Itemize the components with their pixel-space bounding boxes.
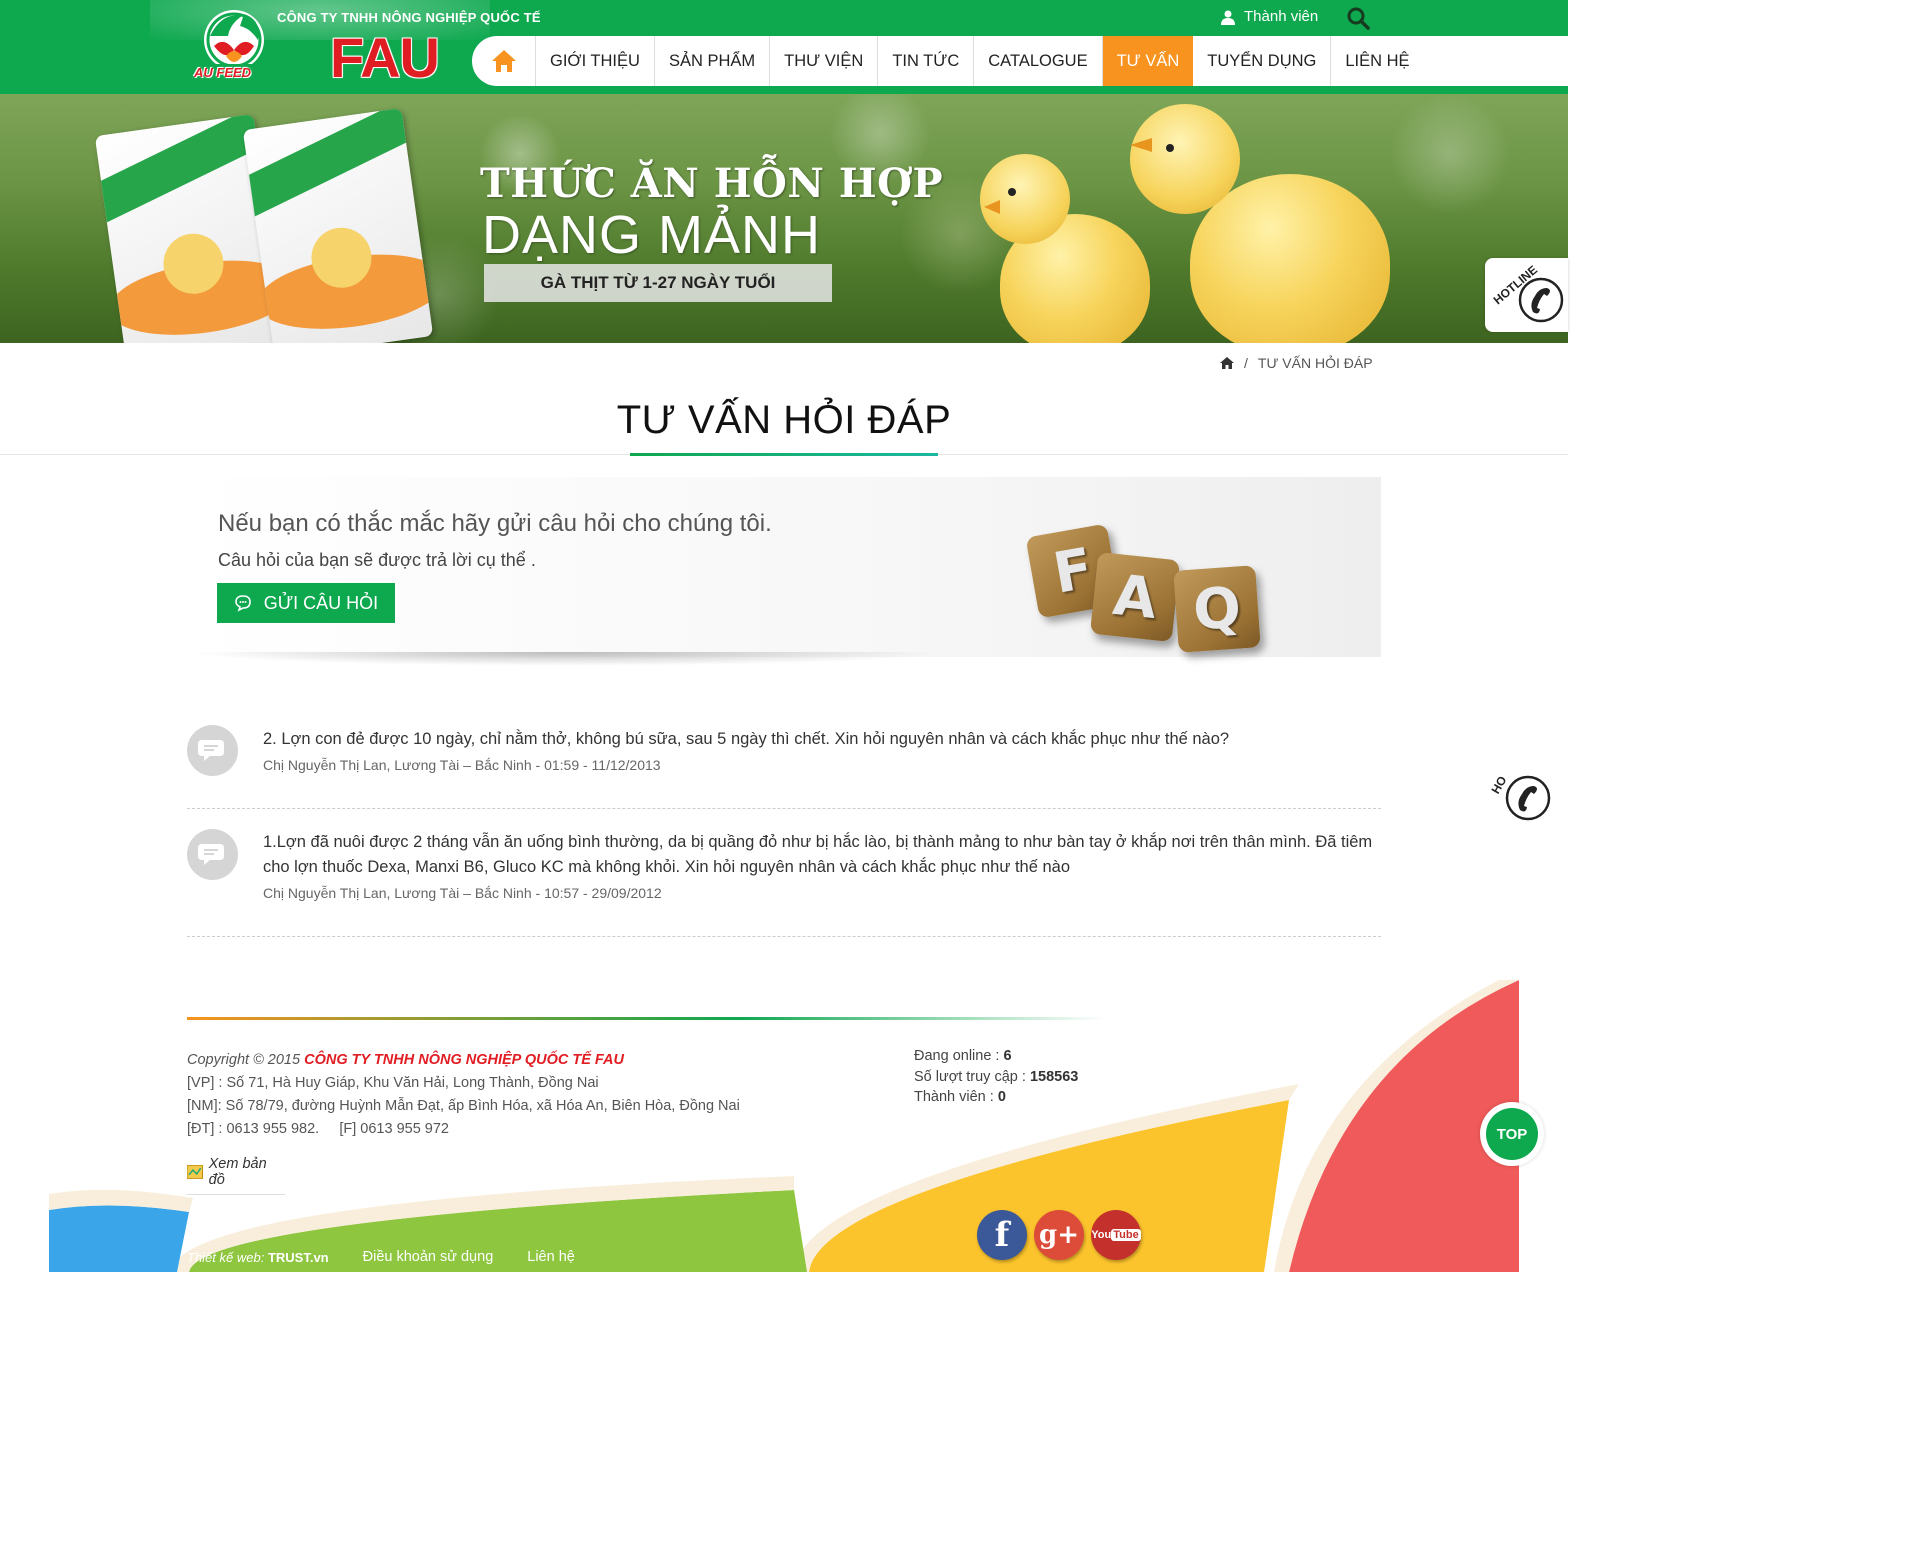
phone-icon [1518, 277, 1564, 323]
nav-tu-van[interactable]: TƯ VẤN [1102, 36, 1194, 86]
contact-link[interactable]: Liên hệ [527, 1249, 575, 1265]
nav-thu-vien[interactable]: THƯ VIỆN [770, 36, 879, 86]
chat-icon [234, 595, 251, 612]
online-value: 6 [1003, 1048, 1012, 1064]
terms-link[interactable]: Điều khoản sử dụng [363, 1249, 494, 1265]
main-nav: GIỚI THIỆU SẢN PHẨM THƯ VIỆN TIN TỨC CAT… [472, 36, 1568, 86]
question-item[interactable]: 2. Lợn con đẻ được 10 ngày, chỉ nằm thở,… [187, 725, 1381, 785]
question-meta: Chị Nguyễn Thị Lan, Lương Tài – Bắc Ninh… [263, 885, 662, 901]
user-icon [1221, 10, 1235, 25]
page-title: TƯ VẤN HỎI ĐÁP [616, 398, 952, 442]
footer-phone: [ĐT] : 0613 955 982. [187, 1121, 320, 1137]
company-name-small: CÔNG TY TNHH NÔNG NGHIỆP QUỐC TẾ [277, 10, 541, 25]
faq-subtext: Câu hỏi của bạn sẽ được trả lời cụ thể . [218, 550, 536, 570]
member-link[interactable]: Thành viên [1220, 8, 1318, 25]
visits-label: Số lượt truy cập : [914, 1068, 1030, 1085]
question-divider [187, 936, 1381, 937]
view-map-link[interactable]: Xem bản đồ [187, 1156, 285, 1195]
question-divider [187, 808, 1381, 809]
map-icon [187, 1165, 203, 1179]
breadcrumb: / TƯ VẤN HỎI ĐÁP [1220, 355, 1373, 371]
footer-factory-address: [NM]: Số 78/79, đường Huỳnh Mẫn Đạt, ấp … [187, 1098, 740, 1114]
question-avatar [187, 829, 238, 880]
nav-lien-he[interactable]: LIÊN HỆ [1331, 36, 1423, 86]
home-icon [491, 50, 516, 72]
member-label: Thành viên [1244, 8, 1319, 25]
question-text[interactable]: 1.Lợn đã nuôi được 2 tháng vẫn ăn uống b… [263, 830, 1373, 880]
home-icon[interactable] [1220, 357, 1234, 369]
nav-home[interactable] [472, 36, 536, 86]
visitor-stats: Đang online : 6 Số lượt truy cập : 15856… [914, 1046, 1078, 1108]
facebook-icon[interactable]: f [977, 1210, 1027, 1260]
question-avatar [187, 725, 238, 776]
faq-heading: Nếu bạn có thắc mắc hãy gửi câu hỏi cho … [218, 510, 772, 537]
nav-gioi-thieu[interactable]: GIỚI THIỆU [536, 36, 655, 86]
nav-catalogue[interactable]: CATALOGUE [974, 36, 1103, 86]
faq-tile-q: Q [1173, 565, 1261, 653]
back-to-top-button[interactable]: TOP [1480, 1102, 1544, 1166]
footer-contact: Copyright © 2015 CÔNG TY TNHH NÔNG NGHIỆ… [187, 1049, 740, 1141]
breadcrumb-separator: / [1244, 355, 1248, 371]
footer-bottom-bar: Thiết kế web: TRUST.vn Điều khoản sử dụn… [187, 1243, 575, 1271]
view-map-label: Xem bản đồ [208, 1156, 267, 1188]
hotline-widget[interactable]: HOTLINE [1485, 258, 1568, 332]
chat-bubble-icon [197, 843, 224, 865]
footer-fax: [F] 0613 955 972 [339, 1121, 450, 1137]
phone-icon [1505, 775, 1551, 821]
online-label: Đang online : [914, 1048, 1004, 1064]
members-label: Thành viên : [914, 1089, 998, 1105]
brand-name[interactable]: FAU [330, 28, 440, 88]
back-to-top-label: TOP [1486, 1108, 1538, 1160]
members-value: 0 [997, 1089, 1006, 1105]
chick-image [980, 154, 1150, 343]
banner-subtitle: GÀ THỊT TỪ 1-27 NGÀY TUỔI [484, 264, 832, 302]
feed-bag-image [242, 107, 434, 343]
google-plus-icon[interactable]: g+ [1034, 1210, 1084, 1260]
footer-company-name: CÔNG TY TNHH NÔNG NGHIỆP QUỐC TẾ FAU [304, 1052, 624, 1068]
breadcrumb-current: TƯ VẤN HỎI ĐÁP [1257, 355, 1373, 371]
faq-tile-a: A [1089, 551, 1181, 643]
visits-value: 158563 [1029, 1068, 1079, 1085]
footer-divider [187, 1017, 1107, 1020]
copyright: Copyright © 2015 [187, 1052, 301, 1068]
chick-image [1130, 104, 1390, 343]
designer-name: TRUST.vn [267, 1249, 329, 1265]
youtube-icon[interactable]: You Tube [1091, 1210, 1141, 1260]
question-text[interactable]: 2. Lợn con đẻ được 10 ngày, chỉ nằm thở,… [263, 727, 1373, 752]
send-question-button[interactable]: GỬI CÂU HỎI [217, 583, 395, 623]
nav-tin-tuc[interactable]: TIN TỨC [878, 36, 975, 86]
site-header: AU FEED CÔNG TY TNHH NÔNG NGHIỆP QUỐC TẾ… [0, 0, 1568, 94]
hotline-widget-secondary[interactable]: HO [1486, 768, 1568, 828]
nav-tuyen-dung[interactable]: TUYỂN DỤNG [1193, 36, 1332, 86]
faq-box-shadow [187, 652, 947, 666]
designer-label: Thiết kế web: [187, 1249, 265, 1265]
question-item[interactable]: 1.Lợn đã nuôi được 2 tháng vẫn ăn uống b… [187, 829, 1381, 909]
question-meta: Chị Nguyễn Thị Lan, Lương Tài – Bắc Ninh… [263, 757, 661, 773]
nav-san-pham[interactable]: SẢN PHẨM [655, 36, 771, 86]
chat-bubble-icon [197, 739, 224, 761]
hero-banner[interactable]: THỨC ĂN HỖN HỢP DẠNG MẢNH GÀ THỊT TỪ 1-2… [0, 94, 1568, 343]
banner-title: THỨC ĂN HỖN HỢP [480, 160, 944, 207]
search-icon[interactable] [1346, 6, 1370, 30]
footer-office-address: [VP] : Số 71, Hà Huy Giáp, Khu Văn Hải, … [187, 1075, 599, 1091]
send-question-label: GỬI CÂU HỎI [263, 592, 379, 613]
logo-text: AU FEED [194, 65, 252, 80]
designer-credit[interactable]: Thiết kế web: TRUST.vn [187, 1250, 329, 1265]
banner-title-large: DẠNG MẢNH [482, 205, 822, 265]
title-accent [630, 453, 938, 456]
